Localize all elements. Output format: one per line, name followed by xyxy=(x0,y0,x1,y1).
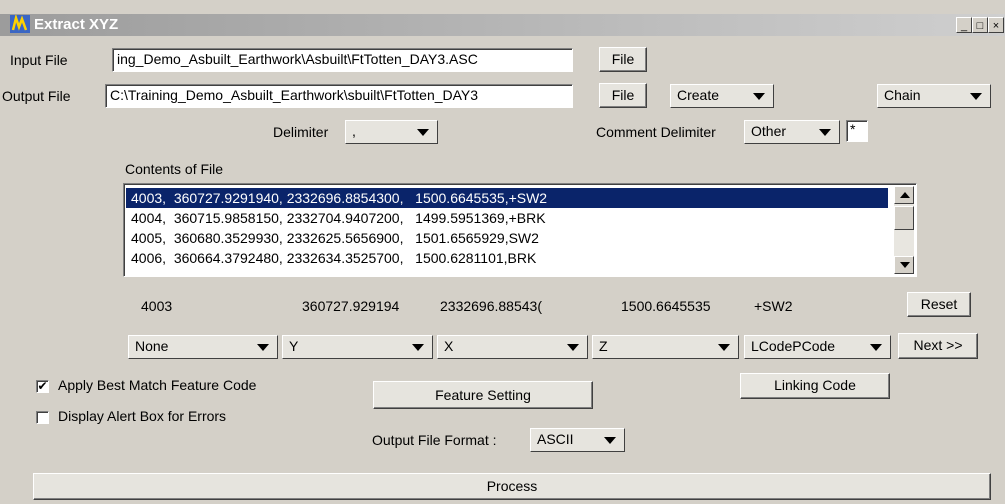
contents-listbox[interactable]: 4003, 360727.9291940, 2332696.8854300, 1… xyxy=(123,183,917,277)
alert-box-label: Display Alert Box for Errors xyxy=(58,408,227,424)
input-file-button[interactable]: File xyxy=(599,47,647,72)
alert-box-checkbox[interactable] xyxy=(36,411,49,424)
delimiter-dropdown[interactable]: , xyxy=(345,120,438,144)
output-file-label: Output File xyxy=(2,88,71,104)
scroll-down-button[interactable] xyxy=(894,256,914,274)
chevron-down-icon xyxy=(257,344,269,351)
chevron-down-icon xyxy=(417,129,429,136)
mapping-dropdown-1[interactable]: None xyxy=(128,335,278,359)
window-title: Extract XYZ xyxy=(34,16,119,33)
delimiter-label: Delimiter xyxy=(273,124,329,140)
list-item[interactable]: 4006, 360664.3792480, 2332634.3525700, 1… xyxy=(126,248,888,268)
list-item[interactable]: 4003, 360727.9291940, 2332696.8854300, 1… xyxy=(126,188,888,208)
app-icon xyxy=(10,13,30,33)
next-button[interactable]: Next >> xyxy=(898,333,978,359)
input-file-label: Input File xyxy=(10,52,68,68)
chevron-down-icon xyxy=(604,437,616,444)
mapping-dropdown-2[interactable]: Y xyxy=(282,335,433,359)
mapping-dropdown-5[interactable]: LCodePCode xyxy=(744,335,891,359)
list-item[interactable]: 4004, 360715.9858150, 2332704.9407200, 1… xyxy=(126,208,888,228)
chain-dropdown[interactable]: Chain xyxy=(877,84,991,108)
parsed-field-3: 2332696.88543( xyxy=(440,298,542,314)
chevron-down-icon xyxy=(718,344,730,351)
parsed-field-2: 360727.929194 xyxy=(302,298,400,314)
scroll-up-button[interactable] xyxy=(894,186,914,204)
minimize-button[interactable]: _ xyxy=(956,17,972,33)
maximize-button[interactable]: □ xyxy=(972,17,988,33)
best-match-checkbox[interactable]: ✔ xyxy=(36,380,49,393)
feature-setting-button[interactable]: Feature Setting xyxy=(373,381,593,409)
output-file-button[interactable]: File xyxy=(599,83,647,108)
output-format-label: Output File Format : xyxy=(372,432,497,448)
chevron-down-icon xyxy=(567,344,579,351)
arrow-down-icon xyxy=(900,262,910,268)
title-bar xyxy=(0,14,1005,36)
list-item[interactable]: 4005, 360680.3529930, 2332625.5656900, 1… xyxy=(126,228,888,248)
output-format-dropdown[interactable]: ASCII xyxy=(530,428,625,452)
chevron-down-icon xyxy=(819,129,831,136)
chevron-down-icon xyxy=(412,344,424,351)
chevron-down-icon xyxy=(753,93,765,100)
parsed-field-1: 4003 xyxy=(141,298,173,314)
comment-delimiter-label: Comment Delimiter xyxy=(596,124,716,140)
output-file-field[interactable]: C:\Training_Demo_Asbuilt_Earthwork\sbuil… xyxy=(105,84,573,108)
chevron-down-icon xyxy=(970,93,982,100)
create-dropdown[interactable]: Create xyxy=(670,84,774,108)
process-button[interactable]: Process xyxy=(33,473,991,500)
mapping-dropdown-4[interactable]: Z xyxy=(592,335,739,359)
parsed-field-4: 1500.6645535 xyxy=(621,298,711,314)
arrow-up-icon xyxy=(900,192,910,198)
reset-button[interactable]: Reset xyxy=(907,292,971,317)
mapping-dropdown-3[interactable]: X xyxy=(437,335,588,359)
linking-code-button[interactable]: Linking Code xyxy=(740,373,890,399)
chevron-down-icon xyxy=(870,344,882,351)
comment-char-field[interactable]: * xyxy=(846,120,868,142)
contents-label: Contents of File xyxy=(125,161,224,177)
best-match-label: Apply Best Match Feature Code xyxy=(58,377,257,393)
comment-delimiter-dropdown[interactable]: Other xyxy=(744,120,840,144)
close-button[interactable]: × xyxy=(988,17,1004,33)
parsed-field-5: +SW2 xyxy=(754,298,793,314)
vertical-scrollbar[interactable] xyxy=(894,186,914,274)
input-file-field[interactable]: ing_Demo_Asbuilt_Earthwork\Asbuilt\FtTot… xyxy=(112,48,573,72)
scroll-thumb[interactable] xyxy=(894,206,914,230)
